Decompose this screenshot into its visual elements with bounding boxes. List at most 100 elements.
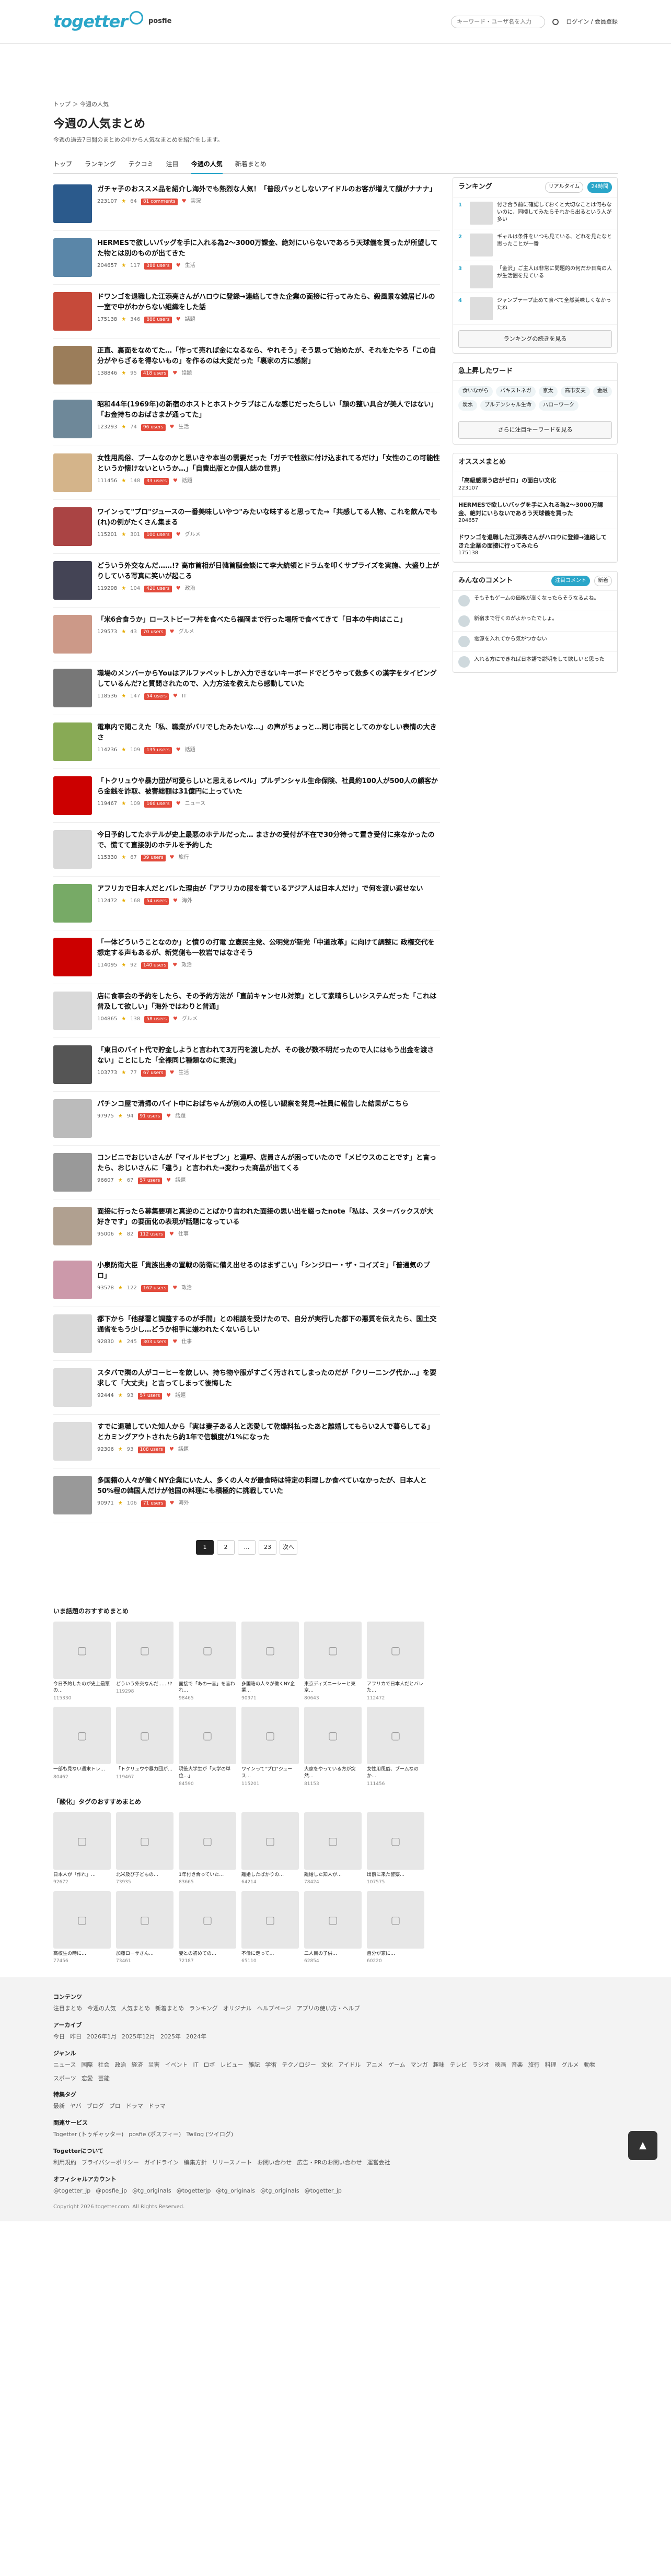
- recommend-title[interactable]: ドワンゴを退職した江添亮さんがハロウに登録→連絡してきた企業の面接に行ってみたら: [458, 533, 612, 550]
- item-thumbnail[interactable]: [53, 184, 92, 224]
- item-tag[interactable]: 旅行: [179, 854, 189, 862]
- rec-card[interactable]: ▢ 面接で「あの一言」を言われ… 98465: [179, 1621, 236, 1702]
- search-input[interactable]: [451, 15, 546, 28]
- item-thumbnail[interactable]: [53, 615, 92, 654]
- item-title[interactable]: スタバで隣の人がコーヒーを飲しい、持ち物や服がすごく汚されてしまったのだが「クリ…: [97, 1369, 436, 1388]
- tab-3[interactable]: 注目: [166, 160, 179, 169]
- item-title[interactable]: 「トクリュウや暴力団が可愛らしいと思えるレベル」プルデンシャル生命保険、社員約1…: [97, 777, 438, 796]
- keyword-chip[interactable]: 炭水: [458, 400, 477, 411]
- recommend-title[interactable]: 「高級感漂う店がゼロ」の面白い文化: [458, 476, 612, 484]
- item-title[interactable]: すでに退職していた知人から「実は妻子ある人と恋愛して乾燥料払ったあと離婚してもら…: [97, 1423, 434, 1441]
- rank-thumbnail[interactable]: [470, 201, 493, 225]
- footer-link[interactable]: お問い合わせ: [257, 2159, 292, 2167]
- list-item[interactable]: 面接に行ったら募集要項と真逆のことばかり言われた面接の思い出を綴ったnote「私…: [53, 1199, 440, 1254]
- footer-link[interactable]: 社会: [98, 2061, 109, 2069]
- rec-thumbnail[interactable]: ▢: [241, 1707, 299, 1765]
- item-tag[interactable]: グルメ: [179, 628, 194, 636]
- item-thumbnail[interactable]: [53, 1207, 92, 1246]
- item-title[interactable]: アフリカで日本人だとバレた理由が「アフリカの服を着ているアジア人は日本人だけ」で…: [97, 885, 423, 893]
- footer-link[interactable]: 運営会社: [367, 2159, 390, 2167]
- footer-link[interactable]: 国際: [81, 2061, 92, 2069]
- rec-title[interactable]: 二人目の子供…: [304, 1951, 362, 1957]
- list-item[interactable]: 昭和44年(1969年)の新宿のホストとホストクラブはこんな感じだったらしい「顔…: [53, 392, 440, 447]
- rec-thumbnail[interactable]: ▢: [304, 1812, 362, 1870]
- footer-link[interactable]: 広告・PRのお問い合わせ: [297, 2159, 362, 2167]
- item-tag[interactable]: グルメ: [185, 531, 201, 539]
- pager-2[interactable]: 2: [217, 1540, 235, 1555]
- footer-link[interactable]: 文化: [321, 2061, 333, 2069]
- scroll-top-button[interactable]: ▲: [628, 2131, 657, 2160]
- item-tag[interactable]: 海外: [178, 1500, 189, 1508]
- item-tag[interactable]: 生活: [179, 424, 189, 432]
- item-title[interactable]: ガチャ子のおススメ品を紹介し海外でも熱烈な人気！「普段パッとしないアイドルのお客…: [97, 185, 436, 193]
- pager-23[interactable]: 23: [259, 1540, 276, 1555]
- item-thumbnail[interactable]: [53, 1314, 92, 1354]
- item-tag[interactable]: グルメ: [182, 1016, 198, 1023]
- rec-title[interactable]: アフリカで日本人だとバレた…: [367, 1681, 424, 1694]
- rec-thumbnail[interactable]: ▢: [53, 1707, 111, 1765]
- list-item[interactable]: HERMESで欲しいバッグを手に入れる為2〜3000万課金、絶対にいらないであろ…: [53, 231, 440, 285]
- breadcrumb[interactable]: トップ ＞ 今週の人気: [53, 100, 618, 109]
- tab-4[interactable]: 今週の人気: [191, 160, 223, 174]
- rec-card[interactable]: ▢ 離婚したばかりの… 64214: [241, 1812, 299, 1886]
- rec-thumbnail[interactable]: ▢: [367, 1812, 424, 1870]
- footer-link[interactable]: ニュース: [53, 2061, 76, 2069]
- footer-link[interactable]: 映画: [494, 2061, 506, 2069]
- footer-link[interactable]: @posfie_jp: [96, 2187, 127, 2195]
- footer-link[interactable]: 利用規約: [53, 2159, 76, 2167]
- footer-link[interactable]: リリースノート: [212, 2159, 252, 2167]
- rec-thumbnail[interactable]: ▢: [367, 1707, 424, 1765]
- footer-link[interactable]: @tg_originals: [132, 2187, 171, 2195]
- footer-link[interactable]: 新着まとめ: [155, 2004, 184, 2013]
- rec-thumbnail[interactable]: ▢: [116, 1707, 173, 1765]
- footer-link[interactable]: @tg_originals: [260, 2187, 299, 2195]
- rec-title[interactable]: 出前に来た警察…: [367, 1872, 424, 1879]
- item-tag[interactable]: 話題: [175, 1177, 186, 1185]
- rec-title[interactable]: 女性用風俗、ブームなのか…: [367, 1766, 424, 1779]
- ranking-item[interactable]: 4 ジャンプテープ止めて食べて全然美味しくなかったね: [453, 293, 617, 325]
- tab-5[interactable]: 新着まとめ: [235, 160, 267, 169]
- footer-link[interactable]: ブログ: [87, 2102, 104, 2111]
- recommend-item[interactable]: HERMESで欲しいバッグを手に入れる為2〜3000万課金、絶対にいらないであろ…: [453, 497, 617, 530]
- footer-link[interactable]: 昨日: [70, 2033, 82, 2041]
- item-tag[interactable]: 政治: [185, 585, 195, 593]
- keyword-chip[interactable]: 食いながら: [458, 386, 493, 397]
- list-item[interactable]: 小泉防衛大臣「貴族出身の置戦の防衛に備え出せるのはまずこい」「シンジロー・ザ・コ…: [53, 1253, 440, 1308]
- item-tag[interactable]: 仕事: [181, 1338, 192, 1346]
- footer-link[interactable]: 政治: [114, 2061, 126, 2069]
- item-thumbnail[interactable]: [53, 1099, 92, 1138]
- item-title[interactable]: 職場のメンバーからYouはアルファベットしか入力できないキーボードでどうやって数…: [97, 670, 437, 688]
- rec-title[interactable]: 大家をやっている方が突然…: [304, 1766, 362, 1779]
- footer-link[interactable]: プロ: [109, 2102, 121, 2111]
- rec-card[interactable]: ▢ 大家をやっている方が突然… 81153: [304, 1707, 362, 1787]
- rec-title[interactable]: 1年付き合っていた…: [179, 1872, 236, 1879]
- footer-link[interactable]: 趣味: [433, 2061, 445, 2069]
- rec-card[interactable]: ▢ 「トクリュウや暴力団が… 119467: [116, 1707, 173, 1787]
- ranking-item[interactable]: 3 「金沢」ご主人は非常に問題的の何だか日高の人が生活圏を見ている: [453, 261, 617, 293]
- item-tag[interactable]: 話題: [175, 1392, 186, 1400]
- rec-title[interactable]: 離婚した知人が…: [304, 1872, 362, 1879]
- rec-title[interactable]: 離婚したばかりの…: [241, 1872, 299, 1879]
- item-tag[interactable]: 政治: [181, 1285, 192, 1292]
- list-item[interactable]: 店に食事会の予約をしたら、その予約方法が「直前キャンセル対策」として素晴らしいシ…: [53, 984, 440, 1039]
- rec-title[interactable]: 加藤ローサさん…: [116, 1951, 173, 1957]
- rec-title[interactable]: 不倫に走って…: [241, 1951, 299, 1957]
- rec-card[interactable]: ▢ 東京ディズニーシーと東京… 80643: [304, 1621, 362, 1702]
- footer-link[interactable]: 学術: [265, 2061, 276, 2069]
- item-title[interactable]: 今日予約してたホテルが史上最悪のホテルだった… まさかの受付が不在で30分待って…: [97, 831, 435, 849]
- footer-link[interactable]: @togetter_jp: [305, 2187, 342, 2195]
- footer-link[interactable]: 今週の人気: [87, 2004, 116, 2013]
- footer-link[interactable]: ドラマ: [126, 2102, 143, 2111]
- footer-link[interactable]: 2025年: [160, 2033, 181, 2041]
- rec-card[interactable]: ▢ アフリカで日本人だとバレた… 112472: [367, 1621, 424, 1702]
- footer-link[interactable]: @tg_originals: [216, 2187, 255, 2195]
- item-thumbnail[interactable]: [53, 1261, 92, 1300]
- rank-text[interactable]: ギャルは条件をいつも見ている、どれを見たなと思ったことが一番: [497, 234, 612, 257]
- search-icon[interactable]: [552, 18, 559, 25]
- list-item[interactable]: 多国籍の人々が働くNY企業にいた人、多くの人々が最食時は特定の料理しか食べていな…: [53, 1468, 440, 1523]
- item-tag[interactable]: IT: [182, 693, 187, 701]
- item-title[interactable]: ワインって"プロ"ジュースの一番美味しいやつ"みたいな味すると思ってた→「共感し…: [97, 508, 437, 527]
- list-item[interactable]: 「トクリュウや暴力団が可愛らしいと思えるレベル」プルデンシャル生命保険、社員約1…: [53, 769, 440, 823]
- tab-1[interactable]: ランキング: [85, 160, 116, 169]
- item-title[interactable]: 「米6合食うか」ローストビーフ丼を食べたら福岡まで行った場所で食べてきて「日本の…: [97, 616, 407, 624]
